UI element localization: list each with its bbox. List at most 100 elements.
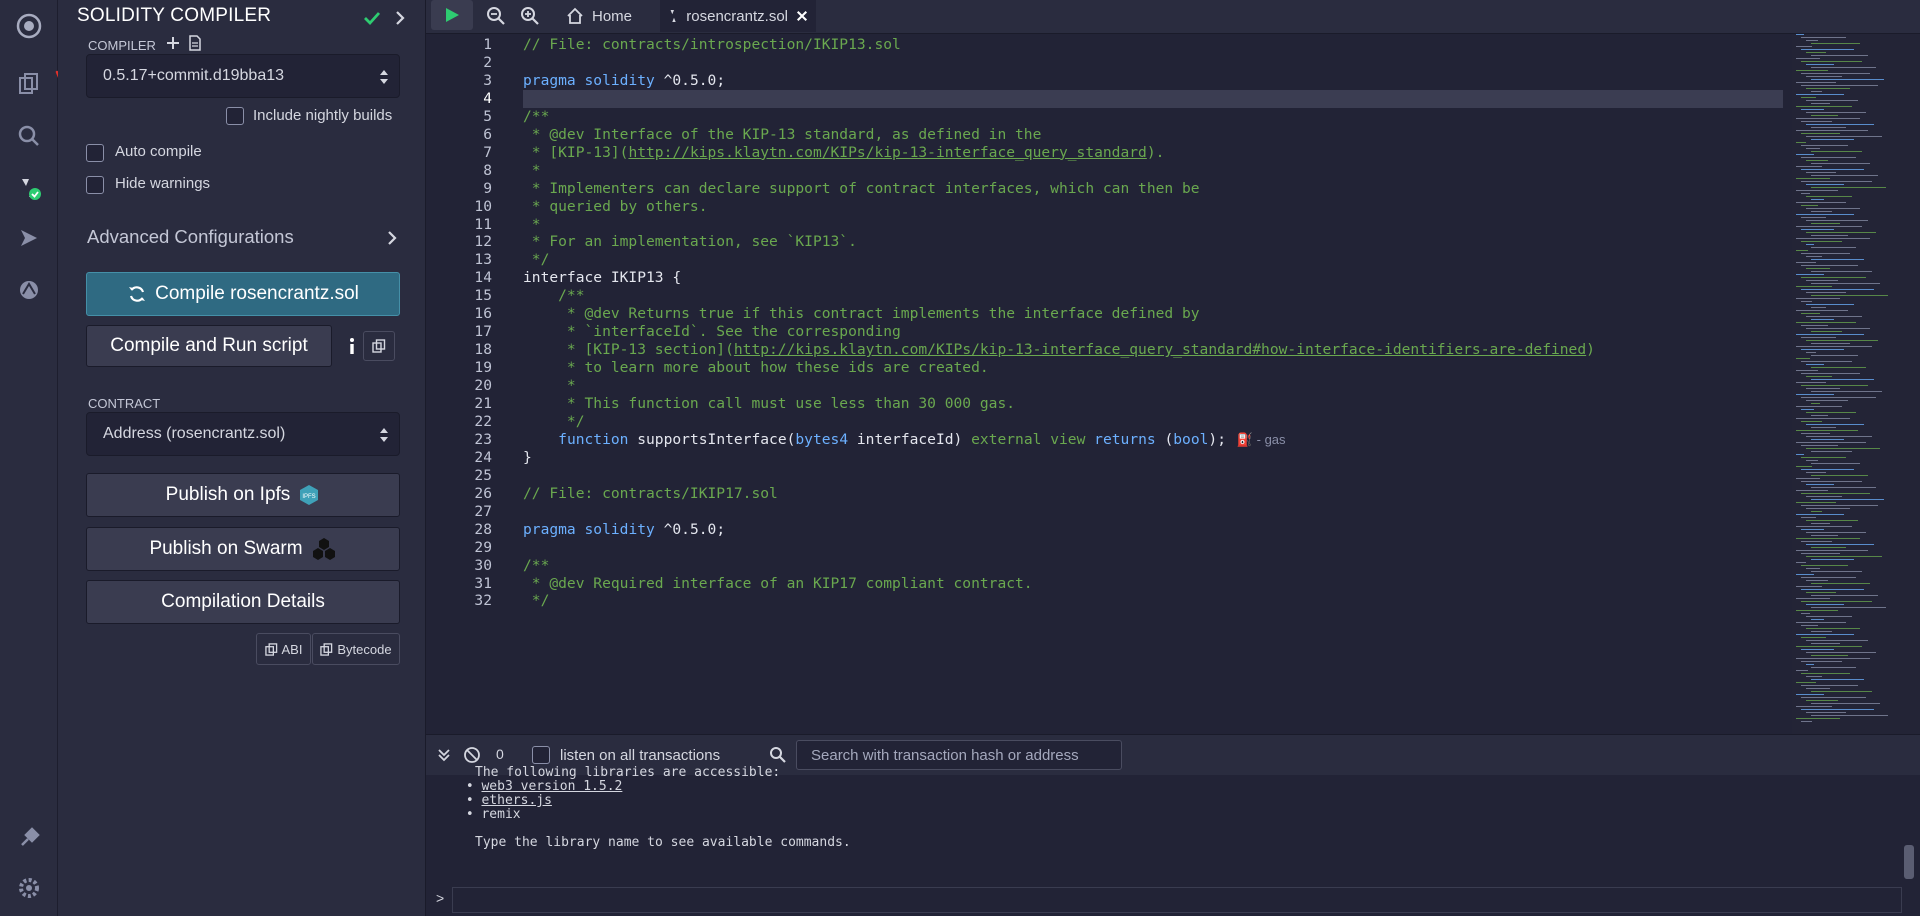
minimap-line: [1796, 334, 1864, 336]
terminal-scrollbar[interactable]: [1904, 845, 1914, 879]
remix-logo-icon[interactable]: [9, 6, 49, 46]
minimap-line: [1796, 514, 1844, 516]
minimap-line: [1801, 289, 1874, 291]
minimap-line: [1806, 436, 1872, 438]
file-explorer-icon[interactable]: [9, 64, 49, 104]
code-editor[interactable]: 1 // File: contracts/introspection/IKIP13…: [426, 34, 1786, 734]
zoom-in-icon[interactable]: [519, 5, 541, 27]
collapse-terminal-icon[interactable]: [434, 745, 454, 765]
minimap-line: [1801, 589, 1864, 591]
code-line[interactable]: 23 function supportsInterface(bytes4 int…: [426, 431, 1786, 449]
code-line[interactable]: 18 * [KIP-13 section](http://kips.klaytn…: [426, 341, 1786, 359]
plugin-manager-icon[interactable]: [9, 818, 49, 858]
advanced-config-toggle[interactable]: Advanced Configurations: [87, 226, 294, 248]
minimap-line: [1811, 715, 1888, 717]
settings-gear-icon[interactable]: [9, 868, 49, 908]
minimap-line: [1796, 550, 1868, 552]
minimap-line: [1796, 142, 1806, 144]
compile-button[interactable]: Compile rosencrantz.sol: [86, 272, 400, 316]
run-script-button[interactable]: [431, 0, 473, 30]
code-line[interactable]: 9 * Implementers can declare support of …: [426, 180, 1786, 198]
code-line[interactable]: 2: [426, 54, 1786, 72]
code-line[interactable]: 15 /**: [426, 287, 1786, 305]
advanced-chevron-icon[interactable]: [384, 228, 400, 248]
code-line[interactable]: 22 */: [426, 413, 1786, 431]
line-number: 30: [474, 556, 492, 574]
publish-swarm-button[interactable]: Publish on Swarm: [86, 527, 400, 571]
minimap-line: [1806, 676, 1822, 678]
publish-ipfs-button[interactable]: Publish on Ipfs IPFS: [86, 473, 400, 517]
minimap-line: [1796, 226, 1862, 228]
compile-run-button[interactable]: Compile and Run script: [86, 325, 332, 367]
line-number: 25: [474, 466, 492, 484]
zoom-out-icon[interactable]: [485, 5, 507, 27]
copy-script-button[interactable]: [363, 331, 395, 361]
minimap-line: [1806, 340, 1878, 342]
code-line[interactable]: 13 */: [426, 251, 1786, 269]
tab-rosencrantz[interactable]: rosencrantz.sol: [660, 0, 816, 32]
minimap-line: [1801, 577, 1856, 579]
code-line[interactable]: 14 interface IKIP13 {: [426, 269, 1786, 287]
minimap-line: [1806, 460, 1818, 462]
code-line[interactable]: 20 *: [426, 377, 1786, 395]
solidity-compiler-icon[interactable]: [9, 168, 49, 208]
minimap-line: [1806, 304, 1854, 306]
contract-select[interactable]: Address (rosencrantz.sol): [86, 412, 400, 456]
line-number: 17: [474, 323, 492, 341]
clear-terminal-icon[interactable]: [462, 745, 482, 765]
code-line[interactable]: 31 * @dev Required interface of an KIP17…: [426, 575, 1786, 593]
minimap-line: [1806, 628, 1860, 630]
code-line[interactable]: 19 * to learn more about how these ids a…: [426, 359, 1786, 377]
minimap-line: [1811, 103, 1830, 105]
minimap-line: [1801, 97, 1816, 99]
add-compiler-icon[interactable]: [166, 36, 180, 50]
editor-minimap[interactable]: [1792, 34, 1920, 734]
minimap-line: [1801, 49, 1854, 51]
copy-abi-button[interactable]: ABI: [256, 633, 311, 665]
auto-compile-checkbox[interactable]: [86, 144, 104, 162]
play-icon: [446, 8, 459, 22]
code-line[interactable]: 8 *: [426, 162, 1786, 180]
info-icon[interactable]: [346, 337, 358, 355]
code-line[interactable]: 29: [426, 539, 1786, 557]
tx-search-input[interactable]: Search with transaction hash or address: [796, 740, 1122, 770]
terminal-input[interactable]: [452, 887, 1902, 913]
tab-home[interactable]: Home: [558, 0, 670, 32]
search-icon[interactable]: [9, 116, 49, 156]
code-line[interactable]: 5 /**: [426, 108, 1786, 126]
code-line[interactable]: 12 * For an implementation, see `KIP13`.: [426, 233, 1786, 251]
code-line[interactable]: 7 * [KIP-13](http://kips.klaytn.com/KIPs…: [426, 144, 1786, 162]
debugger-icon[interactable]: [9, 270, 49, 310]
code-line[interactable]: 17 * `interfaceId`. See the correspondin…: [426, 323, 1786, 341]
code-line[interactable]: 26 // File: contracts/IKIP17.sol: [426, 485, 1786, 503]
minimap-line: [1801, 241, 1842, 243]
close-tab-icon[interactable]: [796, 9, 808, 23]
minimap-line: [1801, 109, 1824, 111]
code-line[interactable]: 4: [426, 89, 1786, 108]
code-line[interactable]: 11 *: [426, 216, 1786, 234]
code-line[interactable]: 28 pragma solidity ^0.5.0;: [426, 521, 1786, 539]
minimap-line: [1806, 472, 1826, 474]
terminal-prompt: >: [436, 890, 445, 906]
code-line[interactable]: 16 * @dev Returns true if this contract …: [426, 305, 1786, 323]
listen-all-tx-checkbox[interactable]: [532, 746, 550, 764]
code-line[interactable]: 30 /**: [426, 557, 1786, 575]
code-line[interactable]: 1 // File: contracts/introspection/IKIP13…: [426, 36, 1786, 54]
code-line[interactable]: 3 pragma solidity ^0.5.0;: [426, 72, 1786, 90]
compiler-version-select[interactable]: 0.5.17+commit.d19bba13: [86, 54, 400, 98]
code-line[interactable]: 32 */: [426, 592, 1786, 610]
code-line[interactable]: 6 * @dev Interface of the KIP-13 standar…: [426, 126, 1786, 144]
code-line[interactable]: 27: [426, 503, 1786, 521]
compilation-details-button[interactable]: Compilation Details: [86, 580, 400, 624]
deploy-run-icon[interactable]: [9, 218, 49, 258]
minimap-line: [1801, 601, 1872, 603]
custom-compiler-file-icon[interactable]: [188, 35, 202, 51]
copy-bytecode-button[interactable]: Bytecode: [312, 633, 400, 665]
code-line[interactable]: 10 * queried by others.: [426, 198, 1786, 216]
include-nightly-checkbox[interactable]: [226, 107, 244, 125]
code-line[interactable]: 24}: [426, 449, 1786, 467]
code-line[interactable]: 25: [426, 467, 1786, 485]
chevron-right-icon[interactable]: [390, 7, 410, 29]
code-line[interactable]: 21 * This function call must use less th…: [426, 395, 1786, 413]
hide-warnings-checkbox[interactable]: [86, 176, 104, 194]
